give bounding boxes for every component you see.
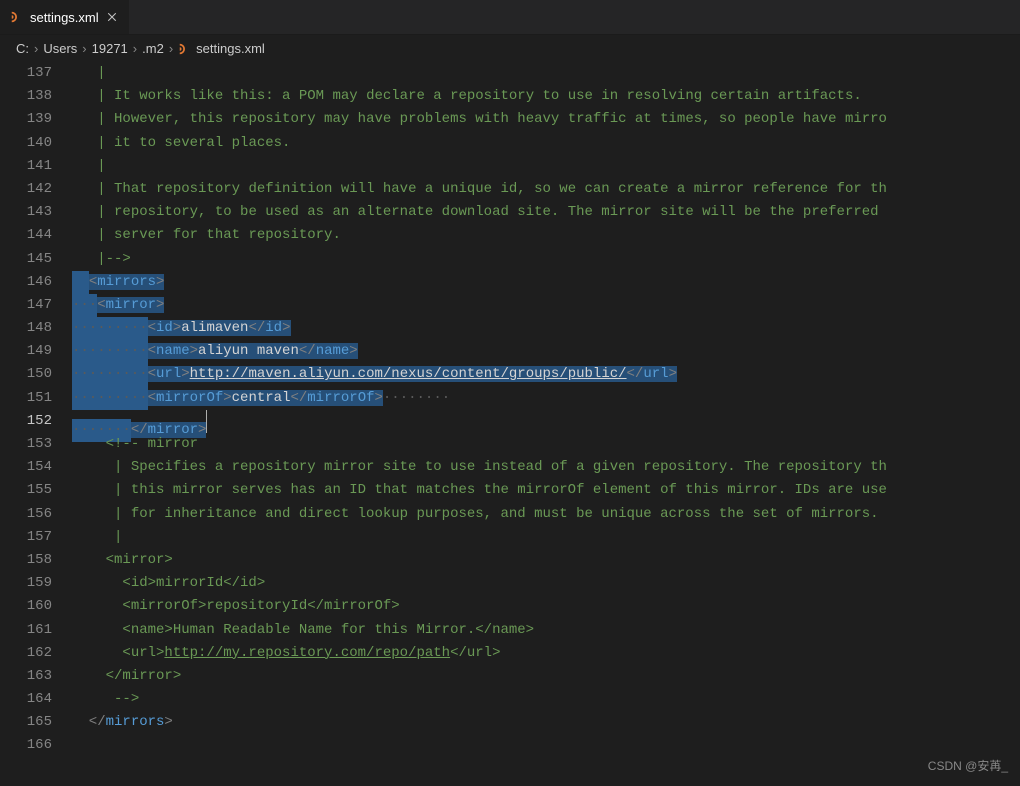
- code-text: |: [106, 529, 123, 545]
- code-text: mirrors: [97, 274, 156, 290]
- code-text: -->: [106, 691, 140, 707]
- code-area[interactable]: | | It works like this: a POM may declar…: [72, 62, 1020, 786]
- line-number: 151: [0, 387, 52, 410]
- line-number: 154: [0, 456, 52, 479]
- code-text: | Specifies a repository mirror site to …: [106, 459, 887, 475]
- breadcrumb-file[interactable]: settings.xml: [196, 41, 265, 56]
- line-number: 140: [0, 132, 52, 155]
- close-icon[interactable]: [105, 10, 119, 24]
- code-text: url: [643, 366, 668, 382]
- code-text: |: [97, 65, 105, 81]
- line-number-gutter: 1371381391401411421431441451461471481491…: [0, 62, 72, 786]
- code-text: | That repository definition will have a…: [97, 181, 887, 197]
- code-text: </url>: [450, 645, 500, 661]
- line-number: 144: [0, 224, 52, 247]
- code-text: | server for that repository.: [97, 227, 341, 243]
- line-number: 146: [0, 271, 52, 294]
- code-text: id: [156, 320, 173, 336]
- tab-bar: settings.xml: [0, 0, 1020, 35]
- code-text: mirror: [106, 297, 156, 313]
- line-number: 141: [0, 155, 52, 178]
- code-text: id: [265, 320, 282, 336]
- tab-settings-xml[interactable]: settings.xml: [0, 0, 130, 34]
- code-text: aliyun maven: [198, 343, 299, 359]
- code-editor[interactable]: 1371381391401411421431441451461471481491…: [0, 62, 1020, 786]
- code-text: central: [232, 390, 291, 406]
- line-number: 149: [0, 340, 52, 363]
- line-number: 156: [0, 503, 52, 526]
- code-text: alimaven: [181, 320, 248, 336]
- line-number: 138: [0, 85, 52, 108]
- breadcrumb[interactable]: C: › Users › 19271 › .m2 › settings.xml: [0, 35, 1020, 62]
- line-number: 139: [0, 108, 52, 131]
- code-text: http://my.repository.com/repo/path: [164, 645, 450, 661]
- code-text: mirrors: [106, 714, 165, 730]
- line-number: 142: [0, 178, 52, 201]
- breadcrumb-part[interactable]: C:: [16, 41, 29, 56]
- xml-file-icon: [10, 10, 24, 24]
- code-text: name: [156, 343, 190, 359]
- code-text: | It works like this: a POM may declare …: [97, 88, 862, 104]
- code-text: url: [156, 366, 181, 382]
- code-text: | this mirror serves has an ID that matc…: [106, 482, 887, 498]
- line-number: 161: [0, 619, 52, 642]
- line-number: 145: [0, 248, 52, 271]
- line-number: 147: [0, 294, 52, 317]
- code-text: <mirrorOf>repositoryId</mirrorOf>: [106, 598, 400, 614]
- xml-file-icon: [178, 42, 192, 56]
- code-text: <name>Human Readable Name for this Mirro…: [106, 622, 534, 638]
- line-number: 137: [0, 62, 52, 85]
- code-text: | for inheritance and direct lookup purp…: [106, 506, 879, 522]
- line-number: 157: [0, 526, 52, 549]
- line-number: 163: [0, 665, 52, 688]
- code-text: | However, this repository may have prob…: [97, 111, 887, 127]
- code-text: | it to several places.: [97, 135, 290, 151]
- line-number: 164: [0, 688, 52, 711]
- line-number: 155: [0, 479, 52, 502]
- line-number: 148: [0, 317, 52, 340]
- code-text: | repository, to be used as an alternate…: [97, 204, 878, 220]
- line-number: 160: [0, 595, 52, 618]
- code-text: <mirror>: [106, 552, 173, 568]
- code-text: |: [97, 158, 105, 174]
- line-number: 143: [0, 201, 52, 224]
- code-text: <id>mirrorId</id>: [106, 575, 266, 591]
- breadcrumb-part[interactable]: Users: [43, 41, 77, 56]
- code-text: mirrorOf: [307, 390, 374, 406]
- watermark: CSDN @安苒_: [928, 757, 1008, 774]
- chevron-right-icon: ›: [34, 41, 38, 56]
- tab-filename: settings.xml: [30, 10, 99, 25]
- breadcrumb-part[interactable]: 19271: [92, 41, 128, 56]
- line-number: 162: [0, 642, 52, 665]
- line-number: 165: [0, 711, 52, 734]
- chevron-right-icon: ›: [82, 41, 86, 56]
- chevron-right-icon: ›: [133, 41, 137, 56]
- code-text: name: [316, 343, 350, 359]
- chevron-right-icon: ›: [169, 41, 173, 56]
- line-number: 153: [0, 433, 52, 456]
- line-number: 166: [0, 734, 52, 757]
- code-text: http://maven.aliyun.com/nexus/content/gr…: [190, 366, 627, 382]
- code-text: <url>: [106, 645, 165, 661]
- line-number: 152: [0, 410, 52, 433]
- code-text: |-->: [97, 251, 131, 267]
- breadcrumb-part[interactable]: .m2: [142, 41, 164, 56]
- code-text: </mirror>: [106, 668, 182, 684]
- line-number: 159: [0, 572, 52, 595]
- code-text: mirrorOf: [156, 390, 223, 406]
- code-text: <!-- mirror: [106, 436, 198, 452]
- line-number: 158: [0, 549, 52, 572]
- line-number: 150: [0, 363, 52, 386]
